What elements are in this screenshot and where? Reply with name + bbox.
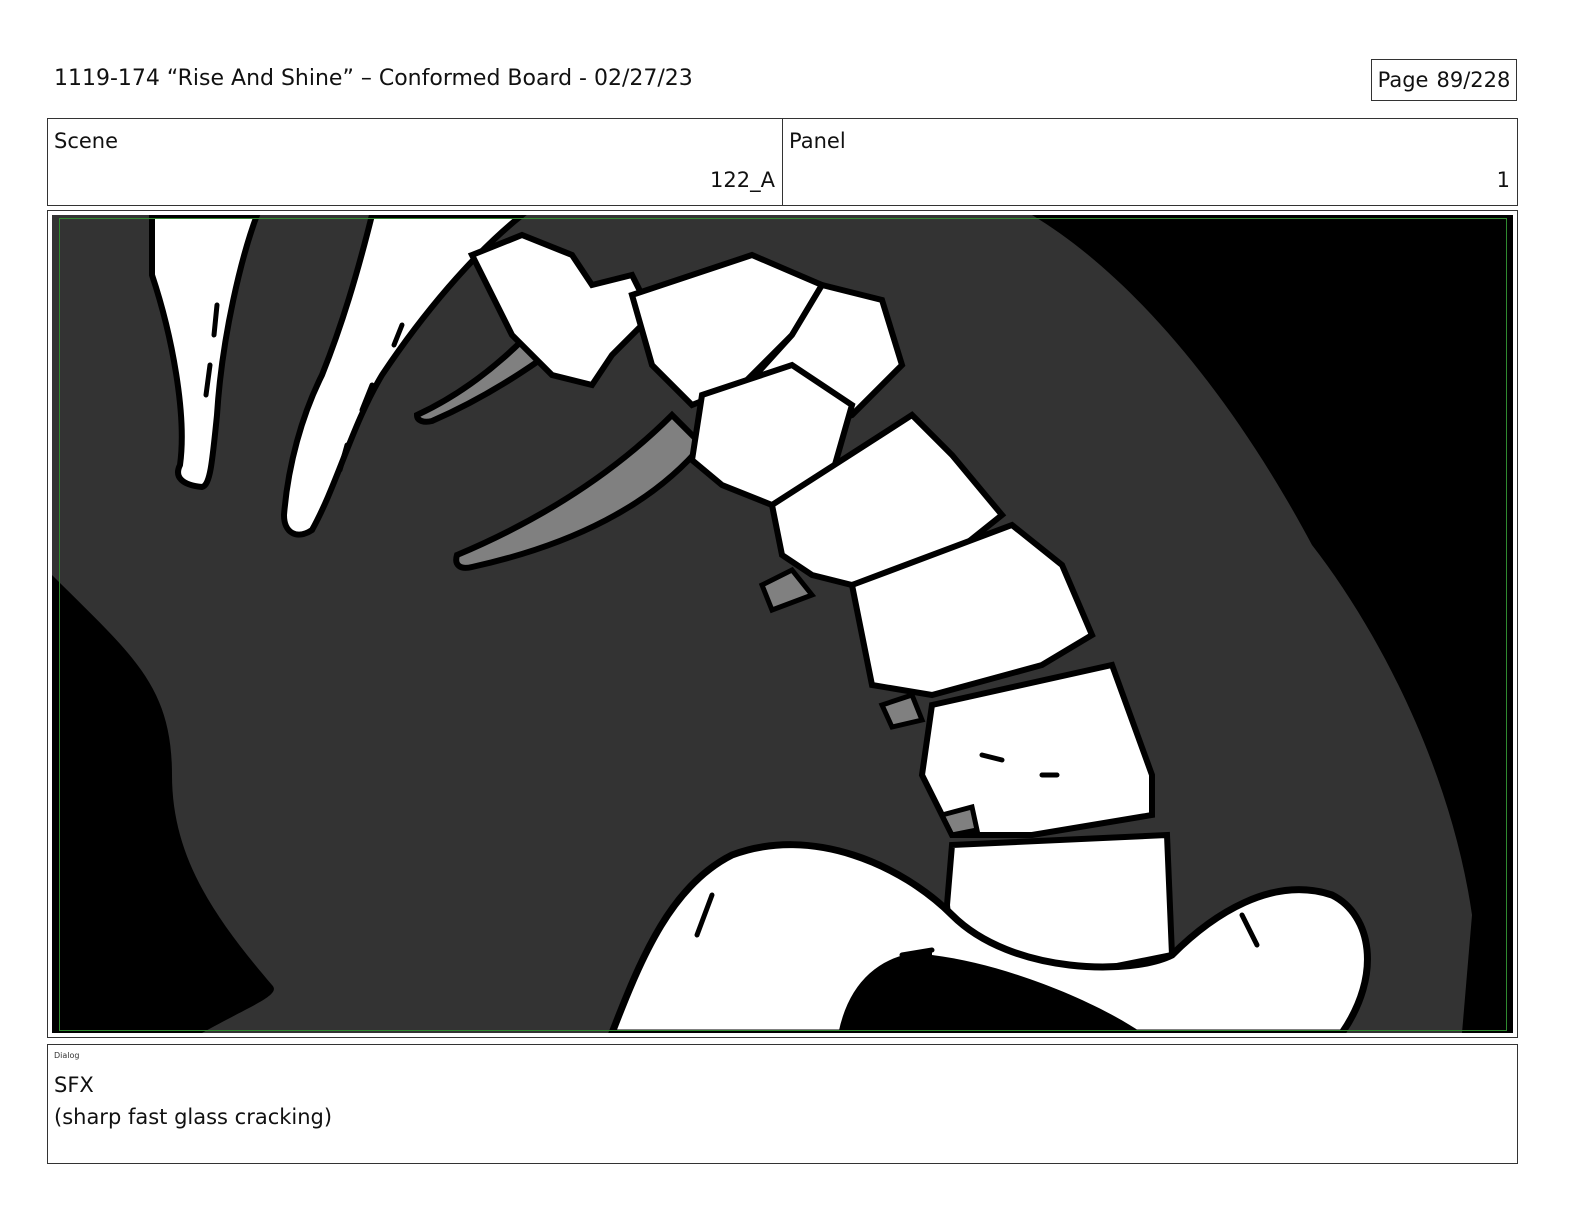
panel-cell: Panel 1 [782,119,1517,205]
storyboard-panel [47,210,1518,1038]
document-title: 1119-174 “Rise And Shine” – Conformed Bo… [54,66,693,91]
spine-illustration [52,215,1513,1033]
panel-artwork [52,215,1513,1033]
panel-value: 1 [1496,168,1510,192]
page-indicator: Page 89/228 [1371,59,1517,101]
dialog-sfx-description: (sharp fast glass cracking) [54,1105,333,1129]
dialog-box: Dialog SFX (sharp fast glass cracking) [47,1044,1518,1164]
dialog-sfx-label: SFX [54,1073,94,1097]
page-label: Page [1377,68,1429,92]
scene-panel-info: Scene 122_A Panel 1 [47,118,1518,206]
panel-label: Panel [789,129,846,153]
page-number: 89/228 [1436,68,1511,92]
scene-value: 122_A [710,168,775,192]
scene-cell: Scene 122_A [48,119,782,205]
scene-label: Scene [54,129,119,153]
dialog-tag: Dialog [54,1051,80,1060]
